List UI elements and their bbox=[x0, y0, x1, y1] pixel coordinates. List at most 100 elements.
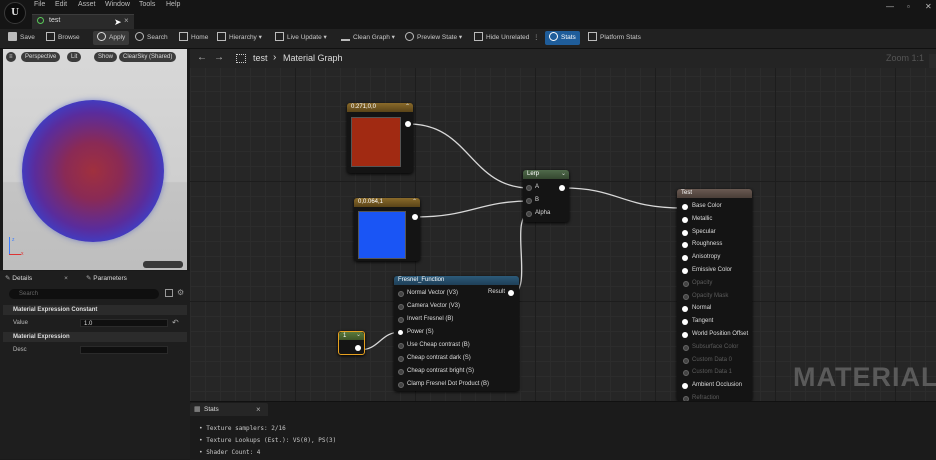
menu-tools[interactable]: Tools bbox=[139, 1, 155, 8]
preview-shape-buttons[interactable] bbox=[143, 261, 183, 268]
menu-asset[interactable]: Asset bbox=[78, 1, 96, 8]
table-view-icon[interactable] bbox=[165, 289, 173, 297]
input-pin-b[interactable] bbox=[526, 198, 532, 204]
input-pin-alpha[interactable] bbox=[526, 211, 532, 217]
input-pin-cheap-contrast-bright[interactable] bbox=[398, 369, 404, 375]
node-title: 0.271,0,0 bbox=[347, 103, 413, 112]
preview-state-button[interactable]: Preview State ▾ bbox=[405, 31, 462, 45]
minimize-button[interactable]: — bbox=[886, 2, 894, 11]
result-input-pin[interactable] bbox=[683, 370, 689, 377]
axis-z-label: z bbox=[12, 237, 15, 243]
input-pin-power[interactable] bbox=[398, 330, 403, 335]
input-pin-invert-fresnel[interactable] bbox=[398, 317, 404, 323]
output-pin[interactable] bbox=[405, 121, 411, 127]
menu-edit[interactable]: Edit bbox=[55, 1, 67, 8]
result-input-label: Metallic bbox=[692, 215, 713, 222]
stats-close-button[interactable]: × bbox=[256, 405, 261, 414]
back-arrow-icon[interactable]: ← bbox=[197, 52, 207, 63]
value-input[interactable]: 1.0 bbox=[80, 319, 168, 327]
input-pin-clamp-fresnel-dot[interactable] bbox=[398, 382, 404, 388]
result-input-pin[interactable] bbox=[682, 255, 688, 262]
collapse-icon[interactable]: ⌃ bbox=[405, 103, 410, 110]
material-result-node[interactable]: Test Base Color Metallic Specular Roughness… bbox=[677, 189, 752, 401]
result-input-pin[interactable] bbox=[682, 216, 688, 223]
result-input-pin[interactable] bbox=[683, 357, 689, 364]
output-pin[interactable] bbox=[559, 185, 565, 191]
apply-button[interactable]: Apply bbox=[93, 31, 130, 45]
category-material-expression-constant[interactable]: Material Expression Constant bbox=[3, 305, 187, 315]
show-button[interactable]: Show bbox=[94, 52, 118, 62]
perspective-button[interactable]: Perspective bbox=[21, 52, 61, 62]
desc-input[interactable] bbox=[80, 346, 168, 354]
tab-stats[interactable]: ▦ Stats × bbox=[190, 403, 268, 416]
search-button[interactable]: Search bbox=[135, 31, 168, 45]
material-graph-canvas[interactable]: 0.271,0,0 ⌃ 0,0.064,1 ⌃ Lerp ⌄ A B Alpha… bbox=[190, 68, 936, 401]
result-input-pin[interactable] bbox=[682, 306, 688, 313]
browse-button[interactable]: Browse bbox=[46, 31, 80, 45]
output-pin[interactable] bbox=[355, 345, 361, 351]
maximize-button[interactable]: ▫ bbox=[907, 2, 910, 11]
fresnel-function-node[interactable]: Fresnel_Function Result Normal Vector (V… bbox=[394, 276, 519, 391]
input-pin-cheap-contrast-dark[interactable] bbox=[398, 356, 404, 362]
home-button[interactable]: Home bbox=[179, 31, 208, 45]
graph-icon bbox=[236, 54, 246, 63]
collapse-icon[interactable]: ⌃ bbox=[412, 198, 417, 205]
result-input-pin[interactable] bbox=[683, 293, 689, 300]
breadcrumb-root[interactable]: test bbox=[253, 53, 268, 63]
result-input-pin[interactable] bbox=[683, 344, 689, 351]
menu-file[interactable]: File bbox=[34, 1, 45, 8]
tab-details[interactable]: ✎ Details × bbox=[5, 273, 68, 284]
close-window-button[interactable]: ✕ bbox=[925, 2, 932, 11]
save-icon bbox=[8, 32, 17, 41]
hide-unrelated-button[interactable]: Hide Unrelated bbox=[474, 31, 529, 45]
input-pin-normal-vector[interactable] bbox=[398, 291, 404, 297]
result-input-pin[interactable] bbox=[682, 229, 688, 236]
input-pin-use-cheap-contrast[interactable] bbox=[398, 343, 404, 349]
tab-close-button[interactable]: × bbox=[124, 16, 129, 25]
result-input-pin[interactable] bbox=[682, 268, 688, 274]
engine-logo[interactable]: U bbox=[4, 2, 26, 24]
result-input-pin[interactable] bbox=[682, 204, 688, 210]
hierarchy-button[interactable]: Hierarchy ▾ bbox=[217, 31, 262, 45]
collapse-icon[interactable]: ⌄ bbox=[356, 331, 361, 338]
input-invert-fresnel: Invert Fresnel (B) bbox=[407, 316, 454, 322]
lit-button[interactable]: Lit bbox=[67, 52, 82, 62]
details-close-button[interactable]: × bbox=[64, 275, 68, 282]
forward-arrow-icon[interactable]: → bbox=[214, 52, 224, 63]
collapse-icon[interactable]: ⌄ bbox=[561, 170, 566, 177]
constant-node[interactable]: 1 ⌄ bbox=[338, 331, 365, 355]
environment-dropdown[interactable]: ClearSky (Shared) bbox=[119, 52, 177, 62]
result-input-pin[interactable] bbox=[682, 242, 688, 249]
stat-line: • Shader Count: 4 bbox=[199, 449, 261, 456]
input-pin-camera-vector[interactable] bbox=[398, 304, 404, 310]
live-update-button[interactable]: Live Update ▾ bbox=[275, 31, 327, 45]
details-search-input[interactable]: Search bbox=[9, 289, 159, 299]
reset-icon[interactable]: ↶ bbox=[172, 318, 179, 327]
save-button[interactable]: Save bbox=[8, 31, 35, 45]
result-input-pin[interactable] bbox=[682, 319, 688, 326]
node-title: 0,0.064,1 bbox=[354, 198, 420, 207]
constant3vector-node-2[interactable]: 0,0.064,1 ⌃ bbox=[354, 198, 420, 261]
settings-gear-icon[interactable]: ⚙ bbox=[177, 288, 184, 297]
menu-window[interactable]: Window bbox=[105, 1, 130, 8]
viewport-menu-button[interactable]: ≡ bbox=[6, 52, 16, 62]
result-input-pin[interactable] bbox=[683, 280, 689, 287]
result-input-label: Ambient Occlusion bbox=[692, 382, 743, 389]
result-input-pin[interactable] bbox=[682, 383, 688, 390]
category-material-expression[interactable]: Material Expression bbox=[3, 332, 187, 342]
clean-graph-button[interactable]: Clean Graph ▾ bbox=[341, 31, 395, 45]
preview-viewport[interactable]: ≡ Perspective Lit Show ClearSky (Shared)… bbox=[3, 49, 187, 270]
lerp-node[interactable]: Lerp ⌄ A B Alpha bbox=[523, 170, 569, 222]
more-options-icon[interactable]: ⋮ bbox=[533, 31, 540, 45]
result-output-pin[interactable] bbox=[508, 290, 514, 296]
tab-parameters[interactable]: ✎ Parameters bbox=[86, 273, 127, 284]
result-input-label: Specular bbox=[692, 228, 716, 235]
constant3vector-node-1[interactable]: 0.271,0,0 ⌃ bbox=[347, 103, 413, 173]
menu-help[interactable]: Help bbox=[166, 1, 180, 8]
breadcrumb-page: Material Graph bbox=[283, 53, 343, 63]
output-pin[interactable] bbox=[412, 214, 418, 220]
result-input-pin[interactable] bbox=[682, 332, 688, 338]
stats-button[interactable]: Stats bbox=[545, 31, 580, 45]
platform-stats-button[interactable]: Platform Stats bbox=[588, 31, 641, 45]
input-pin-a[interactable] bbox=[526, 185, 532, 191]
